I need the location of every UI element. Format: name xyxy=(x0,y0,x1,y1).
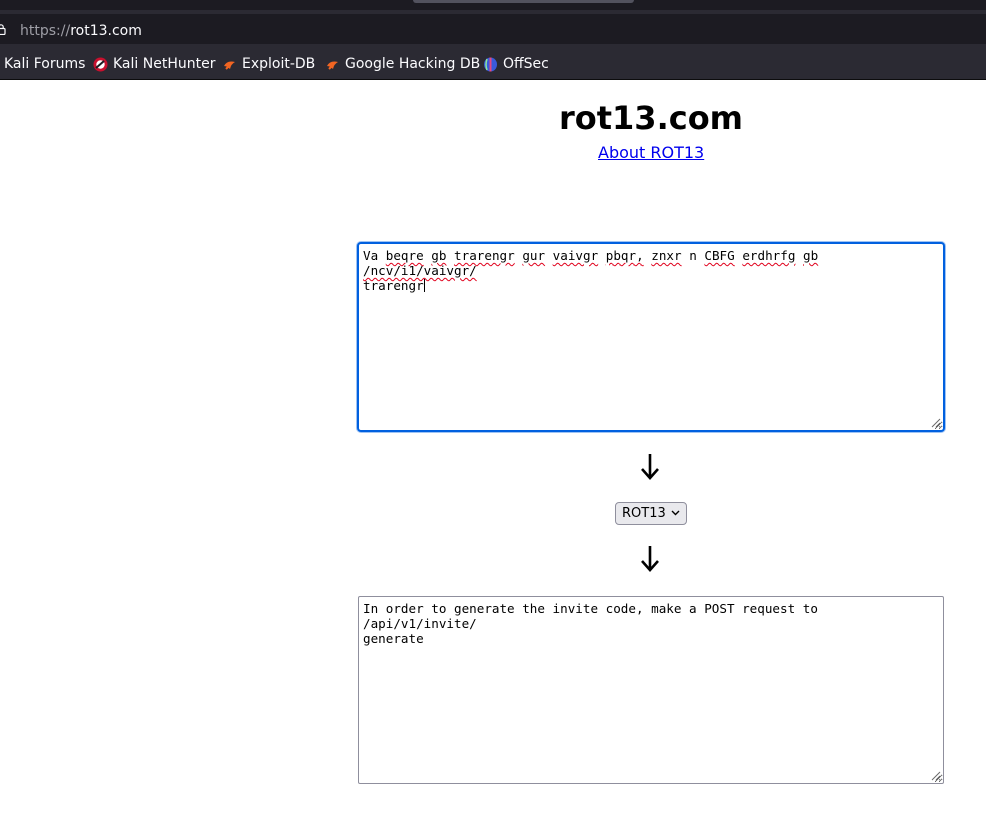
input-word: erdhrfg xyxy=(742,248,796,263)
input-word: /ncv/i1/vaivgr/ xyxy=(363,263,477,278)
cipher-select-value: ROT13 xyxy=(622,506,666,521)
chevron-down-icon xyxy=(671,510,680,516)
input-word: n xyxy=(689,248,697,263)
exploit-db-icon xyxy=(327,61,338,70)
input-word: beqre xyxy=(385,248,424,263)
bookmarks-toolbar: Kali Forums Kali NetHunter Exploit-DB Go… xyxy=(0,46,986,80)
bookmark-google-hacking-db[interactable]: Google Hacking DB xyxy=(325,55,480,73)
input-word: gb xyxy=(431,248,447,263)
bookmark-kali-forums[interactable]: Kali Forums xyxy=(4,55,85,73)
bookmark-kali-nethunter[interactable]: Kali NetHunter xyxy=(93,55,215,73)
input-word: pbqr, xyxy=(605,248,644,263)
input-word: CBFG xyxy=(704,248,735,263)
input-word: gb xyxy=(803,248,819,263)
bookmark-label: Google Hacking DB xyxy=(345,56,481,72)
output-text: In order to generate the invite code, ma… xyxy=(363,601,818,646)
url-host: rot13.com xyxy=(70,23,142,39)
input-word: trarengr xyxy=(363,278,424,293)
active-tab-indicator[interactable] xyxy=(413,0,634,3)
resize-grip-icon[interactable] xyxy=(931,771,941,781)
arrow-down-icon xyxy=(641,546,659,572)
page-title: rot13.com xyxy=(558,99,744,137)
browser-tab-strip xyxy=(0,0,986,10)
resize-grip-icon[interactable] xyxy=(931,418,941,428)
offsec-icon xyxy=(484,57,497,71)
input-word: vaivgr xyxy=(552,248,599,263)
cipher-select[interactable]: ROT13 xyxy=(615,502,687,525)
text-caret xyxy=(423,279,425,292)
input-textarea[interactable]: Va beqre gb trarengr gur vaivgr pbqr, zn… xyxy=(357,242,945,432)
input-word: znxr xyxy=(651,248,682,263)
browser-toolbar: https://rot13.com xyxy=(0,10,986,46)
bookmark-exploit-db[interactable]: Exploit-DB xyxy=(222,55,315,73)
exploit-db-icon xyxy=(224,61,235,70)
address-bar[interactable]: https://rot13.com xyxy=(0,14,986,44)
address-bar-url[interactable]: https://rot13.com xyxy=(20,23,142,39)
about-rot13-link[interactable]: About ROT13 xyxy=(598,143,704,162)
bookmark-label: OffSec xyxy=(503,56,549,72)
bookmark-label: Kali Forums xyxy=(4,56,86,72)
bookmark-label: Exploit-DB xyxy=(242,56,316,72)
lock-icon[interactable] xyxy=(0,24,6,35)
nethunter-icon xyxy=(93,57,108,71)
output-textarea[interactable]: In order to generate the invite code, ma… xyxy=(358,596,944,784)
bookmark-label: Kali NetHunter xyxy=(113,56,216,72)
input-word: gur xyxy=(522,248,546,263)
input-word: trarengr xyxy=(454,248,515,263)
bookmark-offsec[interactable]: OffSec xyxy=(483,55,549,73)
arrow-down-icon xyxy=(641,454,659,480)
url-scheme: https:// xyxy=(20,23,71,39)
input-word: Va xyxy=(363,248,379,263)
